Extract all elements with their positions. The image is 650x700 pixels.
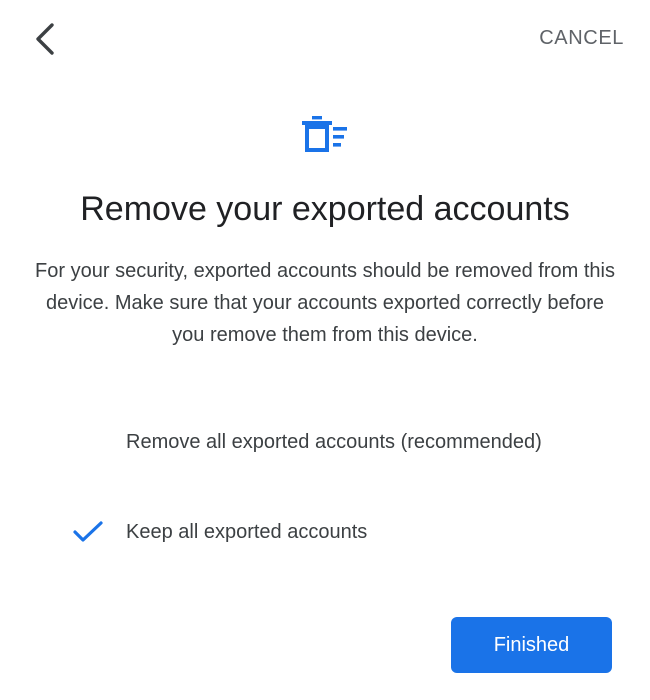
check-slot	[50, 417, 126, 467]
checkmark-icon	[73, 521, 103, 542]
option-label: Remove all exported accounts (recommende…	[126, 430, 542, 453]
chevron-left-icon	[36, 23, 54, 55]
finished-button[interactable]: Finished	[451, 617, 612, 673]
back-button[interactable]	[26, 20, 64, 58]
option-remove-accounts[interactable]: Remove all exported accounts (recommende…	[50, 417, 620, 467]
delete-list-icon	[302, 116, 347, 152]
option-keep-accounts[interactable]: Keep all exported accounts	[50, 507, 620, 557]
cancel-button[interactable]: CANCEL	[539, 27, 624, 50]
page-title: Remove your exported accounts	[80, 190, 570, 228]
check-slot	[50, 507, 126, 557]
option-label: Keep all exported accounts	[126, 520, 368, 543]
description-text: For your security, exported accounts sho…	[35, 260, 615, 346]
